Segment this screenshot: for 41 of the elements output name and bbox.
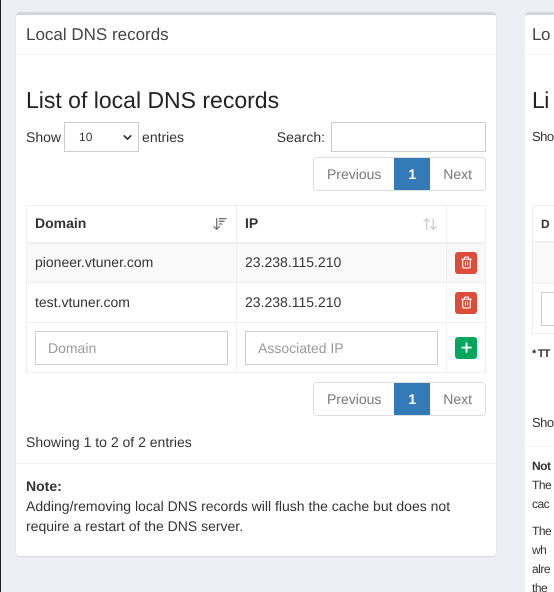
- note-text: cac: [532, 497, 550, 511]
- delete-button[interactable]: [455, 292, 477, 314]
- search-label: Search:: [276, 128, 325, 146]
- note-title: Not: [532, 459, 550, 473]
- page-heading: Li: [532, 87, 549, 113]
- note-title: Note:: [26, 478, 62, 494]
- trash-icon: [460, 296, 472, 309]
- note-text: alre: [532, 562, 550, 576]
- ip-cell: 23.238.115.210: [245, 294, 342, 310]
- column-header[interactable]: Domain: [35, 213, 86, 234]
- sort-icon[interactable]: [422, 216, 438, 232]
- ip-input-field[interactable]: Associated IP: [245, 330, 438, 364]
- plus-icon: [458, 340, 474, 355]
- note-text: wh: [532, 543, 546, 557]
- pagination-button[interactable]: 1: [394, 383, 430, 415]
- column-header[interactable]: D: [541, 214, 550, 232]
- note-text: Adding/removing local DNS records will flush the cache but does not require a restart of the DNS server.: [26, 497, 452, 536]
- trash-icon: [460, 256, 472, 270]
- domain-cell: pioneer.vtuner.com: [35, 254, 154, 270]
- entries-label: entries: [142, 128, 184, 146]
- show-label: Show: [26, 128, 62, 146]
- note-text: The: [532, 478, 552, 492]
- show-label: Sho: [532, 128, 554, 146]
- search-field[interactable]: [331, 122, 486, 152]
- domain-input-field[interactable]: Domain: [35, 330, 228, 364]
- delete-button[interactable]: [455, 252, 477, 274]
- note-text: The: [532, 524, 552, 538]
- table-info: Showing 1 to 2 of 2 entries: [26, 434, 192, 450]
- card-title: Local DNS records: [26, 24, 169, 46]
- sort-descending-icon[interactable]: [212, 216, 228, 232]
- ip-cell: 23.238.115.210: [245, 254, 342, 270]
- pagination-button[interactable]: 1: [394, 158, 430, 190]
- add-button[interactable]: [455, 336, 477, 358]
- table-info: Sho: [532, 414, 554, 430]
- card-title: Lo: [532, 24, 550, 46]
- column-header[interactable]: IP: [245, 213, 258, 234]
- entries-select[interactable]: 10: [64, 122, 140, 152]
- domain-cell: test.vtuner.com: [35, 294, 130, 310]
- footnote: * TT: [532, 348, 550, 360]
- note-text: the: [532, 581, 548, 592]
- page-heading: List of local DNS records: [26, 86, 280, 115]
